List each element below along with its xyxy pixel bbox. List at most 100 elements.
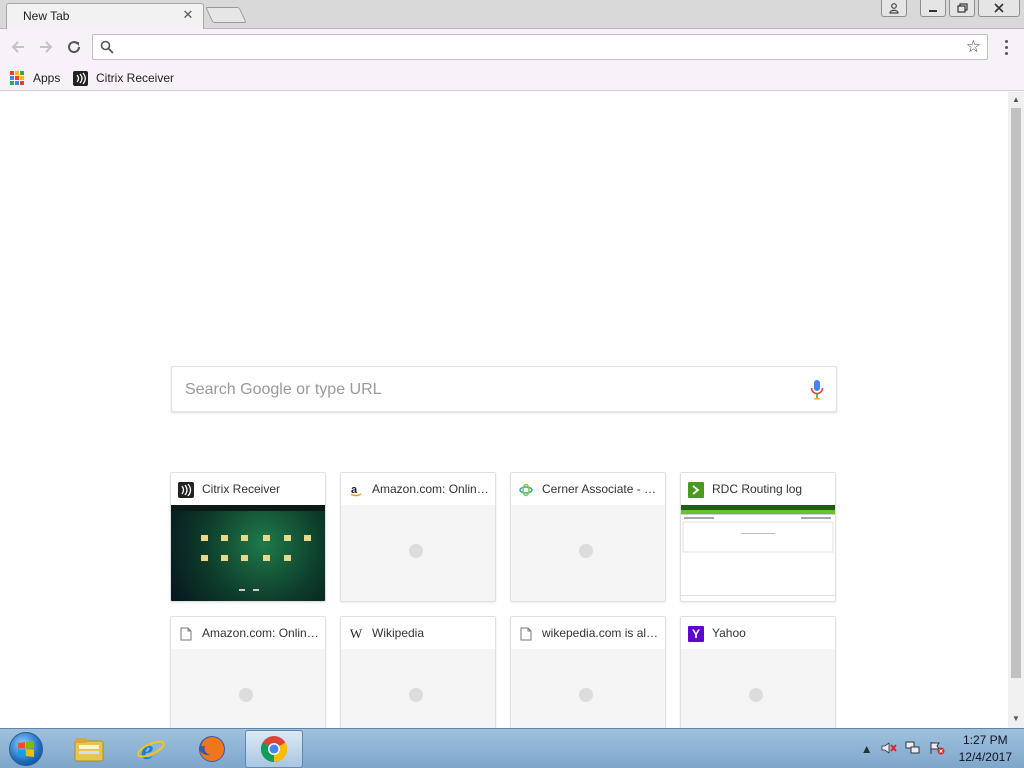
windows-logo-icon (9, 732, 43, 766)
tile-wikipedia[interactable]: W Wikipedia (340, 616, 496, 728)
action-center-flag-icon[interactable] (929, 741, 945, 758)
bookmark-star-icon[interactable]: ☆ (966, 37, 981, 57)
close-tab-icon[interactable]: ✕ (181, 7, 195, 22)
placeholder-dot (239, 688, 253, 702)
firefox-icon (199, 736, 225, 762)
taskbar-internet-explorer[interactable]: e (122, 730, 180, 768)
system-tray: ▲ 1:27 PM 12/4/2017 (853, 729, 1012, 768)
back-button[interactable] (8, 37, 28, 57)
taskbar-firefox[interactable] (183, 730, 241, 768)
restore-icon (956, 3, 968, 13)
clock-date: 12/4/2017 (958, 750, 1012, 764)
forward-button[interactable] (36, 37, 56, 57)
tile-amazon-2[interactable]: Amazon.com: Online Shopping (170, 616, 326, 728)
taskbar-windows-explorer[interactable] (60, 730, 118, 768)
tile-header: RDC Routing log (681, 473, 835, 505)
tab-strip: New Tab ✕ (0, 0, 1024, 30)
ntp-search-input[interactable] (185, 379, 785, 401)
tile-rdc-routing-log[interactable]: RDC Routing log (680, 472, 836, 602)
address-input[interactable] (121, 38, 951, 56)
tile-header: Cerner Associate - Home (511, 473, 665, 505)
bookmark-label: Citrix Receiver (96, 71, 175, 85)
tile-header: Citrix Receiver (171, 473, 325, 505)
reload-button[interactable] (64, 37, 84, 57)
svg-text:a: a (351, 484, 358, 496)
chrome-icon (260, 736, 288, 763)
tile-header: wikepedia.com is alright (511, 617, 665, 649)
tile-title: Amazon.com: Online Shopping (372, 482, 490, 496)
page-icon (178, 626, 194, 642)
close-window-button[interactable] (978, 0, 1020, 17)
tile-header: W Wikipedia (341, 617, 495, 649)
amazon-icon: a (348, 482, 364, 498)
citrix-thumbnail (171, 505, 325, 601)
tile-wikepedia[interactable]: wikepedia.com is alright (510, 616, 666, 728)
bookmark-apps[interactable]: Apps (10, 68, 60, 88)
restore-button[interactable] (949, 0, 975, 17)
citrix-icon (178, 482, 194, 498)
bookmark-citrix-receiver[interactable]: Citrix Receiver (73, 68, 174, 88)
wikipedia-icon: W (349, 626, 363, 641)
tile-citrix-receiver[interactable]: Citrix Receiver (170, 472, 326, 602)
placeholder-dot (579, 544, 593, 558)
tile-title: RDC Routing log (712, 482, 803, 496)
address-bar[interactable]: ☆ (92, 34, 988, 60)
reload-icon (68, 41, 81, 54)
tile-title: Cerner Associate - Home (542, 482, 660, 496)
microphone-icon[interactable] (810, 379, 824, 401)
windows-explorer-icon (74, 738, 104, 762)
window-controls (881, 0, 1020, 18)
placeholder-dot (409, 688, 423, 702)
tab-title: New Tab (23, 9, 70, 23)
apps-grid-icon (10, 71, 24, 85)
vertical-scrollbar[interactable]: ▲ ▼ (1008, 92, 1024, 728)
bookmark-label: Apps (33, 71, 61, 85)
clock[interactable]: 1:27 PM 12/4/2017 (959, 732, 1012, 766)
taskbar: e ▲ 1:27 PM 12/4/2017 (0, 728, 1024, 768)
close-icon (994, 3, 1004, 13)
tile-title: wikepedia.com is alright (542, 626, 660, 640)
start-button[interactable] (4, 730, 48, 768)
scroll-thumb[interactable] (1011, 108, 1021, 678)
tile-header: Amazon.com: Online Shopping (171, 617, 325, 649)
taskbar-chrome[interactable] (245, 730, 303, 768)
citrix-icon (73, 70, 88, 86)
toolbar: ☆ (0, 29, 1024, 65)
page-icon (518, 626, 534, 642)
show-hidden-icons[interactable]: ▲ (861, 742, 873, 756)
placeholder-dot (579, 688, 593, 702)
tile-cerner[interactable]: Cerner Associate - Home (510, 472, 666, 602)
rdc-thumbnail (681, 505, 835, 601)
tile-header: Y Yahoo (681, 617, 835, 649)
tile-header: a Amazon.com: Online Shopping (341, 473, 495, 505)
person-icon (889, 2, 899, 14)
internet-explorer-icon: e (137, 735, 165, 764)
back-arrow-icon (11, 41, 24, 53)
scroll-up-icon[interactable]: ▲ (1012, 95, 1020, 104)
minimize-button[interactable] (920, 0, 946, 17)
tile-title: Amazon.com: Online Shopping (202, 626, 320, 640)
tile-title: Citrix Receiver (202, 482, 281, 496)
yahoo-icon: Y (688, 626, 704, 642)
bookmarks-bar: Apps Citrix Receiver (0, 65, 1024, 91)
placeholder-dot (409, 544, 423, 558)
tab-new-tab[interactable]: New Tab ✕ (6, 3, 204, 30)
profile-button[interactable] (881, 0, 907, 17)
forward-arrow-icon (40, 41, 53, 53)
scroll-down-icon[interactable]: ▼ (1012, 714, 1020, 723)
new-tab-page: Citrix Receiver a Amazon.com: Online (0, 92, 1008, 728)
tile-amazon[interactable]: a Amazon.com: Online Shopping (340, 472, 496, 602)
cerner-icon (518, 482, 534, 498)
chrome-menu-icon[interactable] (1000, 37, 1012, 57)
search-icon (100, 40, 114, 54)
tile-yahoo[interactable]: Y Yahoo (680, 616, 836, 728)
network-icon[interactable] (905, 741, 921, 758)
svg-text:e: e (141, 735, 153, 764)
placeholder-dot (749, 688, 763, 702)
ntp-search-box[interactable] (171, 366, 837, 412)
new-tab-button[interactable] (205, 7, 247, 23)
tile-title: Yahoo (712, 626, 746, 640)
volume-muted-icon[interactable] (881, 741, 897, 758)
clock-time: 1:27 PM (962, 733, 1008, 747)
minimize-icon (929, 10, 937, 12)
